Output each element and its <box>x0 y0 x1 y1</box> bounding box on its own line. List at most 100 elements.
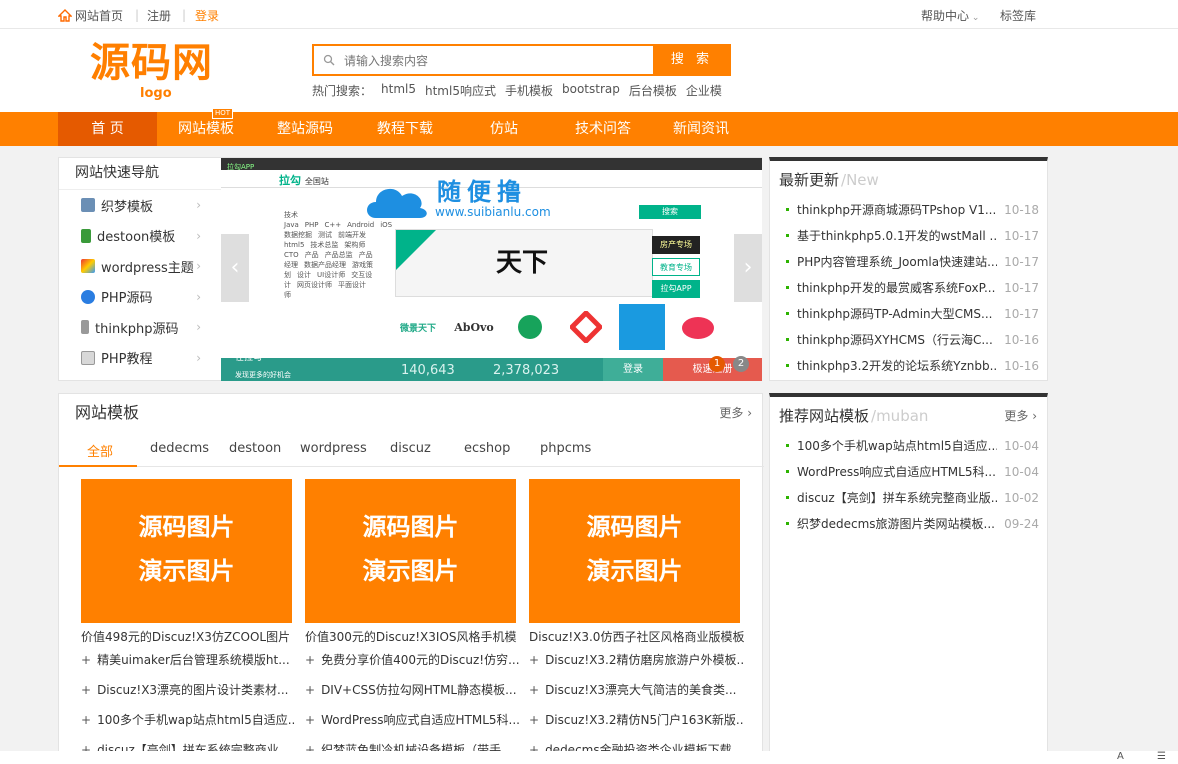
hot-term[interactable]: 手机模板 <box>505 82 553 99</box>
bullet-icon <box>786 286 789 289</box>
divider: | <box>182 8 187 22</box>
help-label: 帮助中心 <box>921 9 970 23</box>
list-item[interactable]: PHP内容管理系统_Joomla快速建站... 10-17 <box>778 249 1047 275</box>
list-item-title: discuz【亮剑】拼车系统完整商业版... <box>797 491 997 505</box>
bullet-icon <box>786 496 789 499</box>
quick-nav-item[interactable]: PHP教程 › <box>59 343 221 374</box>
banner-promo: 天下 <box>395 229 653 297</box>
list-item[interactable]: 织梦dedecms旅游图片类网站模板... 09-24 <box>778 511 1047 537</box>
template-thumbnail[interactable]: 源码图片 演示图片 <box>305 479 516 623</box>
tab-destoon[interactable]: destoon <box>229 441 281 456</box>
slide-dot[interactable]: 1 <box>709 356 725 372</box>
quick-nav-item[interactable]: thinkphp源码 › <box>59 312 221 343</box>
nav-news[interactable]: 新闻资讯 <box>661 112 741 146</box>
tab-discuz[interactable]: discuz <box>390 441 431 456</box>
slide-dot[interactable]: 2 <box>733 356 749 372</box>
quick-nav-item[interactable]: 织梦模板 › <box>59 190 221 221</box>
tab-phpcms[interactable]: phpcms <box>540 441 591 456</box>
latest-updates-header: 最新更新/New <box>770 161 1047 197</box>
template-link[interactable]: + Discuz!X3漂亮的图片设计类素材... <box>81 681 296 698</box>
chevron-right-icon: › <box>196 228 201 243</box>
template-link[interactable]: +100多个手机wap站点html5自适应... <box>81 711 296 728</box>
register-link[interactable]: 注册 <box>147 7 171 24</box>
more-link[interactable]: 更多 › <box>1004 397 1037 435</box>
banner-category-list: 技术 Java PHP C++ Android iOS 数据挖掘 测试 前端开发 html5 技术总… <box>284 210 392 360</box>
chevron-left-icon[interactable]: ‹ <box>221 234 249 302</box>
template-link[interactable]: + 免费分享价值400元的Discuz!仿穷... <box>305 651 520 668</box>
plus-icon: + <box>529 653 540 667</box>
nav-home[interactable]: 首 页 <box>58 112 157 146</box>
home-link[interactable]: 网站首页 <box>58 7 123 24</box>
nav-templates[interactable]: 网站模板 <box>166 112 246 146</box>
menu-icon[interactable]: ☰ <box>1157 751 1166 762</box>
list-item[interactable]: 基于thinkphp5.0.1开发的wstMall ... 10-17 <box>778 223 1047 249</box>
nav-clone[interactable]: 仿站 <box>464 112 544 146</box>
list-item[interactable]: WordPress响应式自适应HTML5科... 10-04 <box>778 459 1047 485</box>
banner-category: 产品总监 <box>324 251 353 259</box>
template-link-label: Discuz!X3漂亮大气简洁的美食类... <box>545 683 737 697</box>
help-center-link[interactable]: 帮助中心 ⌄ <box>921 7 979 24</box>
list-item-date: 10-16 <box>1004 333 1039 347</box>
template-link[interactable]: + DIV+CSS仿拉勾网HTML静态模板... <box>305 681 520 698</box>
quick-nav-item[interactable]: wordpress主题 › <box>59 251 221 282</box>
list-item[interactable]: 100多个手机wap站点html5自适应... 10-04 <box>778 433 1047 459</box>
bullet-icon <box>786 444 789 447</box>
login-link[interactable]: 登录 <box>195 7 219 24</box>
list-item[interactable]: thinkphp源码TP-Admin大型CMS... 10-17 <box>778 301 1047 327</box>
banner-login-button[interactable]: 登录 <box>603 358 663 381</box>
banner-footer-left: 在拉勾 <box>235 353 263 363</box>
banner-category: 网页设计师 <box>297 281 332 289</box>
nav-tutorials[interactable]: 教程下载 <box>365 112 445 146</box>
tab-dedecms[interactable]: dedecms <box>150 441 209 456</box>
banner-category: 产品 <box>304 251 319 259</box>
banner-brands: 微景天下 AbOvo <box>395 304 721 350</box>
template-title[interactable]: 价值498元的Discuz!X3仿ZCOOL图片 <box>81 628 296 645</box>
divider: | <box>135 8 140 22</box>
font-size-icon[interactable]: A <box>1117 751 1124 762</box>
list-item[interactable]: thinkphp开源商城源码TPshop V1... 10-18 <box>778 197 1047 223</box>
list-item[interactable]: discuz【亮剑】拼车系统完整商业版... 10-02 <box>778 485 1047 511</box>
hero-banner[interactable]: 拉勾APP 拉勾 全国站 随便撸 www.suibianlu.com 搜索 技术… <box>221 157 762 381</box>
tag-library-link[interactable]: 标签库 <box>1000 7 1036 24</box>
search-input[interactable] <box>344 51 644 71</box>
template-link[interactable]: + Discuz!X3.2精仿磨房旅游户外模板... <box>529 651 744 668</box>
template-link[interactable]: + WordPress响应式自适应HTML5科... <box>305 711 520 728</box>
logo-sub: logo <box>140 86 172 101</box>
template-link[interactable]: + Discuz!X3.2精仿N5门户163K新版... <box>529 711 744 728</box>
thumb-line: 源码图片 <box>586 513 683 541</box>
more-link[interactable]: 更多 › <box>719 394 752 432</box>
template-title[interactable]: Discuz!X3.0仿西子社区风格商业版模板 <box>529 628 744 645</box>
banner-count: 140,643 <box>401 363 455 378</box>
hot-term[interactable]: 后台模板 <box>629 82 677 99</box>
template-link-label: DIV+CSS仿拉勾网HTML静态模板... <box>321 683 517 697</box>
tab-all[interactable]: 全部 <box>87 441 113 460</box>
list-item-title: WordPress响应式自适应HTML5科... <box>797 465 996 479</box>
chevron-right-icon[interactable]: › <box>734 234 762 302</box>
tab-wordpress[interactable]: wordpress <box>300 441 367 456</box>
search-icon <box>323 54 335 66</box>
bullet-icon <box>786 338 789 341</box>
hot-term[interactable]: html5 <box>381 82 416 99</box>
search-button[interactable]: 搜 索 <box>653 44 731 76</box>
template-thumbnail[interactable]: 源码图片 演示图片 <box>529 479 740 623</box>
top-bar: 网站首页 | 注册 | 登录 帮助中心 ⌄ 标签库 <box>0 0 1178 29</box>
recommended-panel: 推荐网站模板/muban 更多 › 100多个手机wap站点html5自适应..… <box>769 393 1048 764</box>
list-item[interactable]: thinkphp开发的最赏威客系统FoxP... 10-17 <box>778 275 1047 301</box>
template-link[interactable]: + Discuz!X3漂亮大气简洁的美食类... <box>529 681 744 698</box>
quick-nav-item[interactable]: PHP源码 › <box>59 282 221 313</box>
hot-term[interactable]: bootstrap <box>562 82 620 99</box>
plus-icon: + <box>305 683 316 697</box>
nav-full-source[interactable]: 整站源码 <box>265 112 345 146</box>
nav-qa[interactable]: 技术问答 <box>563 112 643 146</box>
template-link[interactable]: + 精美uimaker后台管理系统模版ht... <box>81 651 296 668</box>
logo-text: 源码网 <box>90 39 213 86</box>
tab-ecshop[interactable]: ecshop <box>464 441 510 456</box>
site-logo[interactable]: 源码网 logo <box>90 39 230 105</box>
hot-term[interactable]: 企业模 <box>686 82 722 99</box>
list-item[interactable]: thinkphp源码XYHCMS（行云海C... 10-16 <box>778 327 1047 353</box>
template-thumbnail[interactable]: 源码图片 演示图片 <box>81 479 292 623</box>
quick-nav-item[interactable]: destoon模板 › <box>59 221 221 252</box>
list-item[interactable]: thinkphp3.2开发的论坛系统Yznbb... 10-16 <box>778 353 1047 379</box>
template-title[interactable]: 价值300元的Discuz!X3IOS风格手机模 <box>305 628 520 645</box>
hot-term[interactable]: html5响应式 <box>425 82 496 99</box>
